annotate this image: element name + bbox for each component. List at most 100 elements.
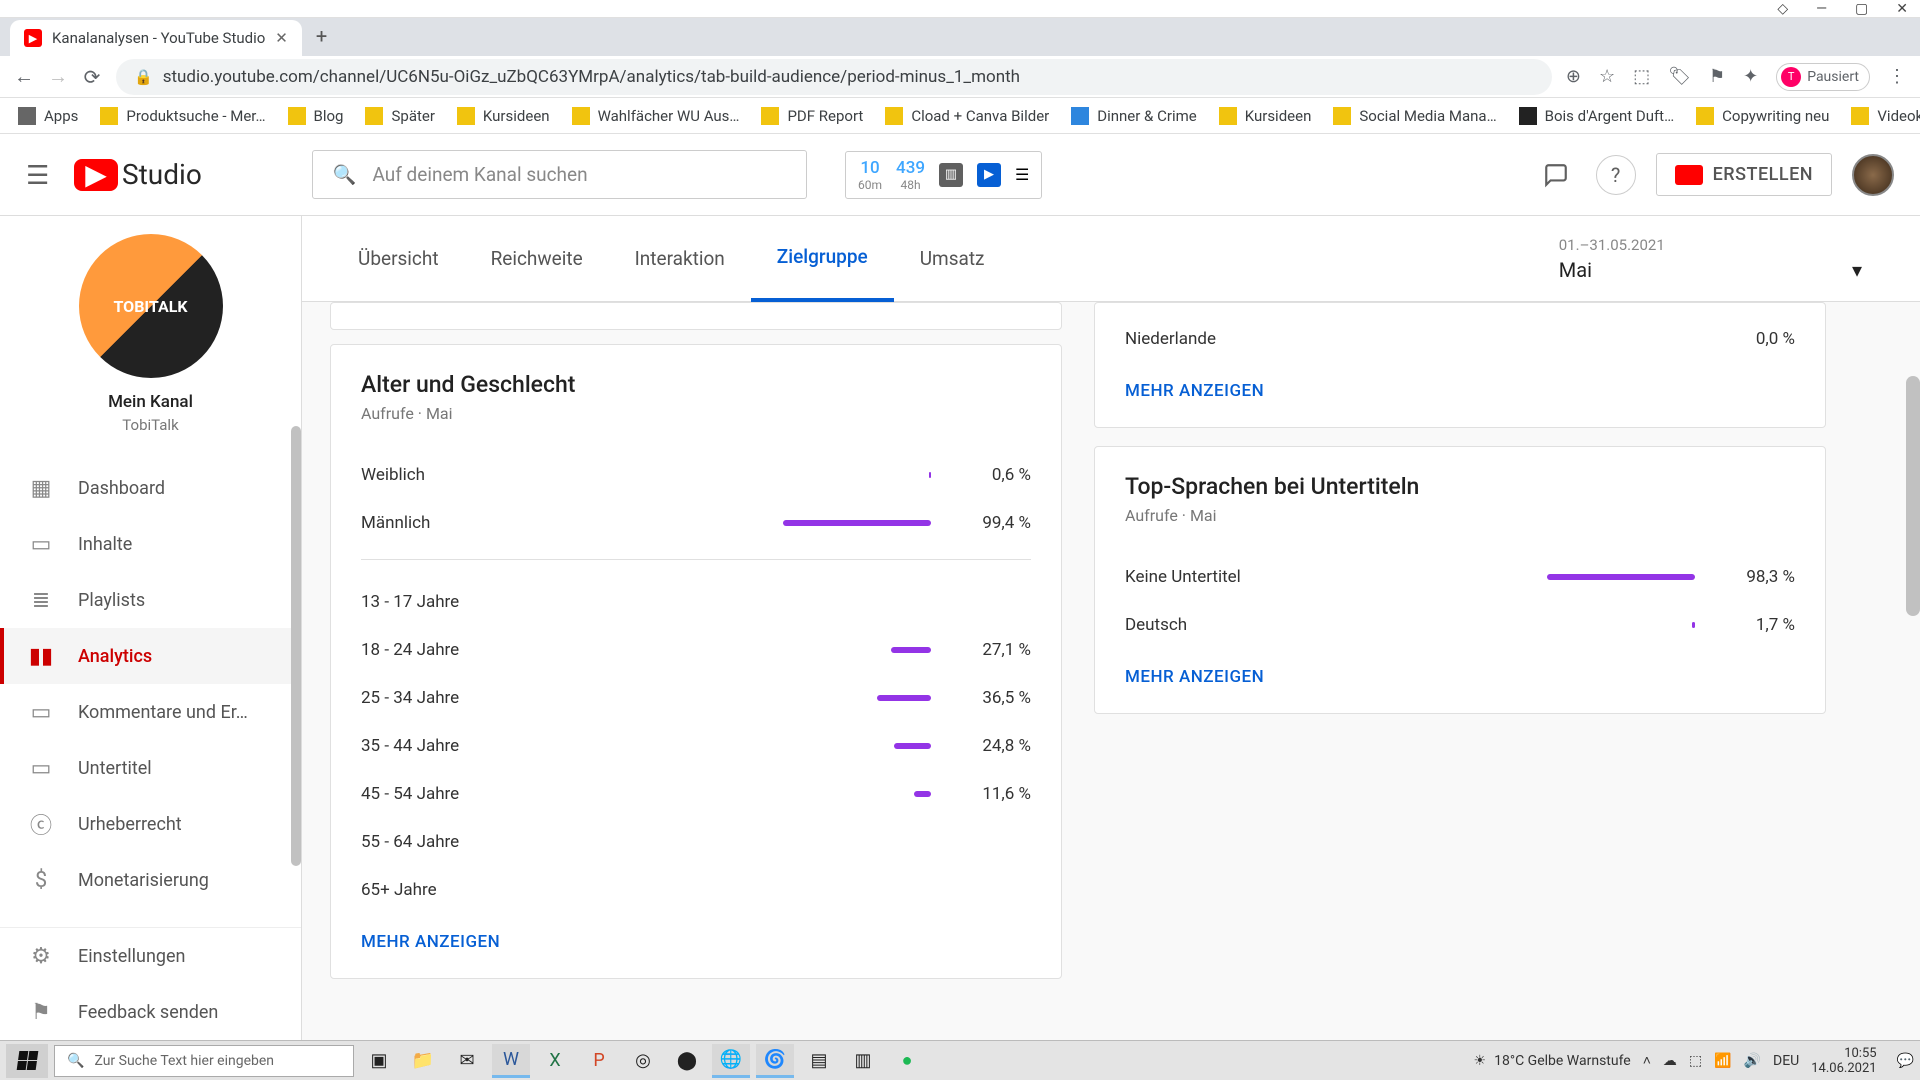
chat-icon[interactable] xyxy=(1536,155,1576,195)
bookmark-item[interactable]: Später xyxy=(365,107,434,125)
url-input[interactable]: 🔒 studio.youtube.com/channel/UC6N5u-OiGz… xyxy=(116,59,1552,95)
explorer-icon[interactable]: 📁 xyxy=(404,1044,442,1078)
obs-icon[interactable]: ⬤ xyxy=(668,1044,706,1078)
wifi-icon[interactable]: 📶 xyxy=(1714,1053,1731,1069)
channel-name: TobiTalk xyxy=(122,416,178,434)
period-selector[interactable]: 01.–31.05.2021 Mai▾ xyxy=(1559,236,1890,282)
studio-logo[interactable]: ▶ Studio xyxy=(74,158,202,191)
sidebar-item-content[interactable]: ▭Inhalte xyxy=(0,516,301,572)
tab-revenue[interactable]: Umsatz xyxy=(894,216,1011,302)
channel-search-input[interactable]: 🔍 Auf deinem Kanal suchen xyxy=(312,150,807,199)
sidebar-item-playlists[interactable]: ≣Playlists xyxy=(0,572,301,628)
chrome-newwindow-icon[interactable]: ◇ xyxy=(1777,1,1788,17)
new-tab-button[interactable]: + xyxy=(302,16,341,56)
tab-overview[interactable]: Übersicht xyxy=(332,216,465,302)
bookmark-star-icon[interactable]: ☆ xyxy=(1599,66,1615,87)
window-maximize-icon[interactable]: ▢ xyxy=(1855,1,1868,17)
url-text: studio.youtube.com/channel/UC6N5u-OiGz_u… xyxy=(163,67,1020,87)
table-row: Deutsch1,7 % xyxy=(1125,601,1795,649)
tab-reach[interactable]: Reichweite xyxy=(465,216,609,302)
show-more-link[interactable]: MEHR ANZEIGEN xyxy=(361,932,1031,952)
sidebar-item-subtitles[interactable]: ▭Untertitel xyxy=(0,740,301,796)
edge-icon[interactable]: 🌀 xyxy=(756,1044,794,1078)
powerpoint-icon[interactable]: P xyxy=(580,1044,618,1078)
tab-audience[interactable]: Zielgruppe xyxy=(751,216,894,302)
window-minimize-icon[interactable]: — xyxy=(1816,1,1827,17)
extension-icon[interactable]: ⬚ xyxy=(1633,66,1650,87)
app-icon[interactable]: ◎ xyxy=(624,1044,662,1078)
taskview-icon[interactable]: ▣ xyxy=(360,1044,398,1078)
header-stats[interactable]: 1060m 43948h ▥ ▶ ☰ xyxy=(845,151,1042,199)
sidebar-item-dashboard[interactable]: ▦Dashboard xyxy=(0,460,301,516)
show-more-link[interactable]: MEHR ANZEIGEN xyxy=(1125,381,1795,401)
channel-block[interactable]: TOBITALK Mein Kanal TobiTalk xyxy=(0,234,301,434)
menu-icon[interactable]: ☰ xyxy=(26,161,54,189)
bookmark-apps[interactable]: Apps xyxy=(18,107,78,125)
onedrive-icon[interactable]: ☁ xyxy=(1663,1053,1677,1069)
copyright-icon: ⓒ xyxy=(28,811,54,837)
show-more-link[interactable]: MEHR ANZEIGEN xyxy=(1125,667,1795,687)
bookmark-item[interactable]: Copywriting neu xyxy=(1696,107,1829,125)
reload-button[interactable]: ⟳ xyxy=(82,65,102,89)
forward-button[interactable]: → xyxy=(48,64,68,89)
main-scrollbar[interactable] xyxy=(1906,376,1920,616)
bookmark-item[interactable]: PDF Report xyxy=(761,107,863,125)
bookmark-item[interactable]: Bois d'Argent Duft… xyxy=(1519,107,1675,125)
browser-tab[interactable]: ▶ Kanalanalysen - YouTube Studio ✕ xyxy=(10,20,302,56)
spotify-icon[interactable]: ● xyxy=(888,1044,926,1078)
extensions-puzzle-icon[interactable]: ✦ xyxy=(1743,66,1758,87)
sidebar-item-settings[interactable]: ⚙Einstellungen xyxy=(0,928,301,984)
tab-interaction[interactable]: Interaktion xyxy=(609,216,751,302)
language-indicator[interactable]: DEU xyxy=(1773,1053,1799,1069)
tray-icon[interactable]: ⬚ xyxy=(1689,1053,1702,1069)
content-icon: ▭ xyxy=(28,531,54,557)
tab-favicon: ▶ xyxy=(24,29,42,47)
extension-icon-2[interactable]: 🏷 xyxy=(1668,66,1691,87)
start-button[interactable] xyxy=(6,1044,48,1078)
analytics-icon: ▮▮ xyxy=(28,643,54,669)
chrome-icon[interactable]: 🌐 xyxy=(712,1044,750,1078)
excel-icon[interactable]: X xyxy=(536,1044,574,1078)
bookmark-item[interactable]: Blog xyxy=(288,107,344,125)
windows-search-input[interactable]: 🔍 Zur Suche Text hier eingeben xyxy=(54,1045,354,1077)
tab-close-icon[interactable]: ✕ xyxy=(275,29,288,47)
sidebar-item-copyright[interactable]: ⓒUrheberrecht xyxy=(0,796,301,852)
sidebar-item-feedback[interactable]: ⚑Feedback senden xyxy=(0,984,301,1040)
word-icon[interactable]: W xyxy=(492,1044,530,1078)
table-row: Männlich99,4 % xyxy=(361,499,1031,547)
bookmark-item[interactable]: Kursideen xyxy=(457,107,550,125)
sidebar-item-comments[interactable]: ▭Kommentare und Er… xyxy=(0,684,301,740)
bookmark-item[interactable]: Wahlfächer WU Aus… xyxy=(572,107,740,125)
bookmark-item[interactable]: Cload + Canva Bilder xyxy=(885,107,1049,125)
search-icon[interactable]: ⊕ xyxy=(1566,66,1581,87)
table-row: Keine Untertitel98,3 % xyxy=(1125,553,1795,601)
notifications-icon[interactable]: 💬 xyxy=(1897,1053,1914,1069)
sidebar-item-analytics[interactable]: ▮▮Analytics xyxy=(0,628,301,684)
help-icon[interactable]: ? xyxy=(1596,155,1636,195)
create-button[interactable]: ERSTELLEN xyxy=(1656,153,1832,196)
clock[interactable]: 10:55 14.06.2021 xyxy=(1811,1046,1884,1076)
back-button[interactable]: ← xyxy=(14,64,34,89)
bookmark-item[interactable]: Dinner & Crime xyxy=(1071,107,1196,125)
sidebar-item-monetization[interactable]: $Monetarisierung xyxy=(0,852,301,908)
system-tray: ☀18°C Gelbe Warnstufe ˄ ☁ ⬚ 📶 🔊 DEU 10:5… xyxy=(1474,1046,1914,1076)
notepad-icon[interactable]: ▥ xyxy=(844,1044,882,1078)
profile-badge[interactable]: T Pausiert xyxy=(1776,63,1870,91)
bookmark-item[interactable]: Kursideen xyxy=(1219,107,1312,125)
bookmark-item[interactable]: Produktsuche - Mer… xyxy=(100,107,265,125)
volume-icon[interactable]: 🔊 xyxy=(1744,1053,1761,1069)
window-close-icon[interactable]: ✕ xyxy=(1896,1,1908,17)
chrome-menu-icon[interactable]: ⋮ xyxy=(1888,66,1906,87)
tray-chevron-icon[interactable]: ˄ xyxy=(1643,1052,1651,1069)
gender-list: Weiblich0,6 % Männlich99,4 % xyxy=(361,451,1031,547)
bookmark-item[interactable]: Videokurs Ideen xyxy=(1851,107,1920,125)
feedback-icon: ⚑ xyxy=(28,999,54,1025)
weather-widget[interactable]: ☀18°C Gelbe Warnstufe xyxy=(1474,1053,1631,1069)
sun-icon: ☀ xyxy=(1474,1053,1487,1069)
app-icon-2[interactable]: ▤ xyxy=(800,1044,838,1078)
account-avatar[interactable] xyxy=(1852,154,1894,196)
sidebar-scrollbar[interactable] xyxy=(291,426,301,866)
bookmark-item[interactable]: Social Media Mana… xyxy=(1333,107,1496,125)
extension-icon-3[interactable]: ⚑ xyxy=(1709,66,1725,87)
mail-icon[interactable]: ✉ xyxy=(448,1044,486,1078)
